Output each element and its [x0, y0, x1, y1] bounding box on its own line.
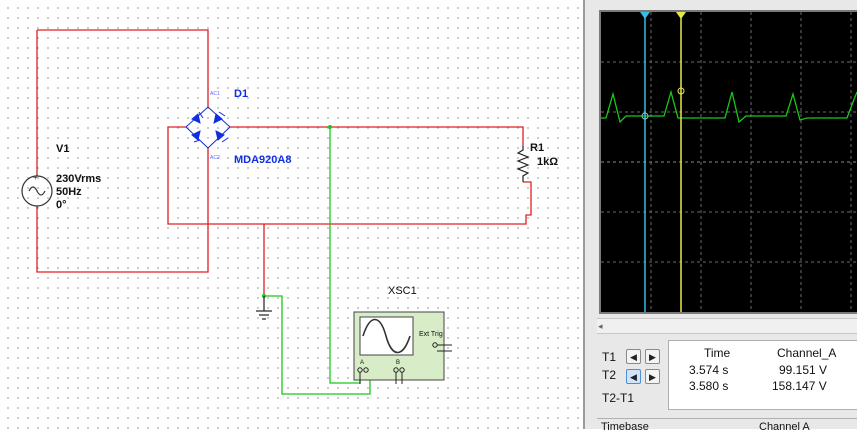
- bridge-ref-label: D1: [234, 88, 249, 100]
- bridge-rectifier-symbol: [185, 106, 231, 149]
- wire-positive-rail: [230, 126, 524, 146]
- time-column-header: Time: [704, 346, 731, 360]
- screen-scrollbar[interactable]: ◂: [597, 318, 857, 334]
- t1-channel-a-value: 99.151 V: [779, 363, 828, 377]
- cursor-t1-label: T1: [602, 350, 617, 364]
- ac-source-symbol: +: [21, 173, 53, 208]
- bridge-model-label: MDA920A8: [234, 154, 292, 166]
- scroll-left-icon[interactable]: ◂: [598, 321, 603, 332]
- t1-time-value: 3.574 s: [689, 363, 729, 377]
- source-phase-label: 0°: [56, 199, 67, 211]
- oscilloscope-symbol: [353, 311, 452, 384]
- channel-a-column-header: Channel_A: [777, 346, 837, 360]
- resistor-value-label: 1kΩ: [537, 156, 559, 168]
- t2-channel-a-value: 158.147 V: [772, 379, 827, 393]
- t2-time-value: 3.580 s: [689, 379, 729, 393]
- channel-b-terminal-label: B: [396, 360, 401, 366]
- scope-graticule: [601, 12, 857, 312]
- svg-text:+: +: [33, 173, 38, 182]
- t2-right-arrow-button[interactable]: ▶: [645, 369, 660, 384]
- circuit-wires: +: [21, 29, 532, 395]
- cursor-t2-marker: [676, 12, 686, 19]
- resistor-ref-label: R1: [530, 142, 545, 154]
- wire-top: [37, 29, 209, 107]
- junction-dot: [328, 125, 332, 129]
- scope-ref-label: XSC1: [388, 285, 417, 297]
- t2-left-arrow-button[interactable]: ◀: [626, 369, 641, 384]
- ground-symbol: [256, 296, 272, 320]
- cursor-diff-label: T2-T1: [602, 391, 635, 405]
- ext-trig-label: Ext Trig: [419, 331, 443, 338]
- cursor-t1-marker: [640, 12, 650, 19]
- bridge-pin-ac2: AC2: [210, 155, 220, 161]
- oscilloscope-screen[interactable]: [599, 10, 857, 314]
- source-voltage-label: 230Vrms: [56, 173, 102, 185]
- bridge-pin-ac1: AC1: [210, 91, 220, 97]
- cursor-values-table: Time Channel_A 3.574 s 99.151 V 3.580 s …: [668, 340, 857, 410]
- cursor-t2-label: T2: [602, 368, 617, 382]
- settings-strip: Timebase Channel A: [597, 418, 857, 430]
- resistor-symbol: [516, 146, 530, 182]
- t1-left-arrow-button[interactable]: ◀: [626, 349, 641, 364]
- cursor-readout: T1 T2 T2-T1 ◀ ▶ ◀ ▶ Time Channel_A 3.574…: [597, 336, 857, 416]
- schematic-canvas[interactable]: + V1 230Vrms 50Hz 0° D1 MDA920A8 AC1 AC2…: [0, 0, 583, 429]
- channel-a-terminal-label: A: [360, 360, 365, 366]
- source-frequency-label: 50Hz: [56, 186, 82, 198]
- oscilloscope-panel: ◂ T1 T2 T2-T1 ◀ ▶ ◀ ▶ Time Channel_A 3.5…: [583, 0, 857, 430]
- t1-right-arrow-button[interactable]: ▶: [645, 349, 660, 364]
- source-ref-label: V1: [56, 143, 70, 155]
- channel-a-trace: [601, 89, 857, 124]
